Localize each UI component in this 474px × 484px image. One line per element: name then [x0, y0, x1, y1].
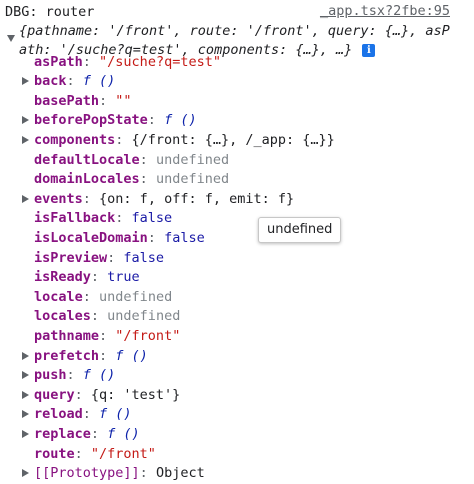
property-value: Object — [155, 465, 205, 482]
expand-triangle-icon[interactable] — [22, 116, 29, 125]
property-value: false — [131, 210, 173, 227]
property-value: f () — [107, 425, 140, 442]
property-value: f () — [115, 347, 148, 364]
property-value: "" — [115, 92, 132, 109]
expand-triangle-icon[interactable] — [7, 35, 15, 42]
property-key: push — [34, 367, 67, 384]
property-value: false — [123, 249, 165, 266]
property-row: isFallback: false — [34, 210, 173, 227]
property-value: undefined — [99, 288, 173, 305]
property-value: f () — [164, 112, 197, 129]
property-row: asPath: "/suche?q=test" — [34, 53, 221, 70]
expand-triangle-icon[interactable] — [22, 135, 29, 144]
expand-triangle-icon[interactable] — [22, 410, 29, 419]
property-row: isLocaleDomain: false — [34, 229, 205, 246]
property-key: back — [34, 73, 67, 90]
property-key: beforePopState — [34, 112, 148, 129]
property-key: pathname — [34, 327, 100, 344]
property-value: {/front: {…}, /_app: {…}} — [131, 131, 335, 148]
property-key: route — [34, 445, 75, 462]
property-key: prefetch — [34, 347, 100, 364]
info-icon[interactable]: i — [362, 43, 376, 57]
property-value: {q: 'test'} — [90, 386, 181, 403]
property-key: isPreview — [34, 249, 108, 266]
property-row[interactable]: events: {on: f, off: f, emit: f} — [34, 190, 294, 210]
property-row: defaultLocale: undefined — [34, 151, 230, 168]
property-row: locale: undefined — [34, 288, 173, 305]
property-key: isLocaleDomain — [34, 229, 148, 246]
property-key: query — [34, 386, 75, 403]
property-row[interactable]: push: f () — [34, 366, 115, 386]
expand-triangle-icon[interactable] — [22, 469, 29, 478]
property-value: "/front" — [90, 445, 156, 462]
property-key: asPath — [34, 53, 83, 70]
tooltip: undefined — [258, 217, 342, 243]
property-value: "/front" — [115, 327, 181, 344]
property-row: isPreview: false — [34, 249, 165, 266]
property-key: defaultLocale — [34, 151, 140, 168]
property-value: f () — [82, 73, 116, 90]
property-key: reload — [34, 406, 83, 423]
property-row[interactable]: components: {/front: {…}, /_app: {…}} — [34, 131, 335, 151]
property-row: basePath: "" — [34, 92, 132, 109]
property-key: replace — [34, 425, 91, 442]
property-row: locales: undefined — [34, 308, 181, 325]
expand-triangle-icon[interactable] — [22, 429, 29, 438]
property-key: locale — [34, 288, 83, 305]
property-row[interactable]: reload: f () — [34, 405, 132, 425]
property-value: "/suche?q=test" — [99, 53, 221, 70]
property-key: [[Prototype]] — [34, 465, 140, 482]
property-key: locales — [34, 308, 91, 325]
property-value: f () — [82, 367, 116, 384]
property-row[interactable]: [[Prototype]]: Object — [34, 464, 205, 484]
property-value: false — [164, 229, 205, 246]
property-row[interactable]: prefetch: f () — [34, 347, 148, 367]
expand-triangle-icon[interactable] — [22, 77, 29, 86]
property-key: events — [34, 190, 83, 207]
property-value: {on: f, off: f, emit: f} — [99, 190, 295, 207]
console-log-label: DBG: router — [5, 4, 95, 20]
property-key: components — [34, 131, 116, 148]
source-link[interactable]: _app.tsx?2fbe:95 — [320, 3, 450, 19]
property-value: undefined — [107, 308, 181, 325]
expand-triangle-icon[interactable] — [22, 390, 29, 399]
property-value: true — [107, 269, 140, 286]
object-summary-line-1[interactable]: {pathname: '/front', route: '/front', qu… — [19, 22, 450, 42]
expand-triangle-icon[interactable] — [22, 351, 29, 360]
property-key: isReady — [34, 269, 91, 286]
property-row: domainLocales: undefined — [34, 171, 230, 188]
property-key: basePath — [34, 92, 100, 109]
property-value: f () — [99, 406, 132, 423]
property-row[interactable]: query: {q: 'test'} — [34, 386, 180, 406]
property-value: undefined — [155, 151, 230, 168]
property-key: isFallback — [34, 210, 116, 227]
property-value: undefined — [155, 171, 230, 188]
property-row: isReady: true — [34, 269, 140, 286]
property-row[interactable]: back: f () — [34, 72, 115, 92]
property-row: route: "/front" — [34, 445, 156, 462]
property-key: domainLocales — [34, 171, 140, 188]
property-row: pathname: "/front" — [34, 327, 181, 344]
expand-triangle-icon[interactable] — [22, 371, 29, 380]
property-row[interactable]: beforePopState: f () — [34, 111, 197, 131]
property-row[interactable]: replace: f () — [34, 425, 140, 445]
expand-triangle-icon[interactable] — [22, 194, 29, 203]
